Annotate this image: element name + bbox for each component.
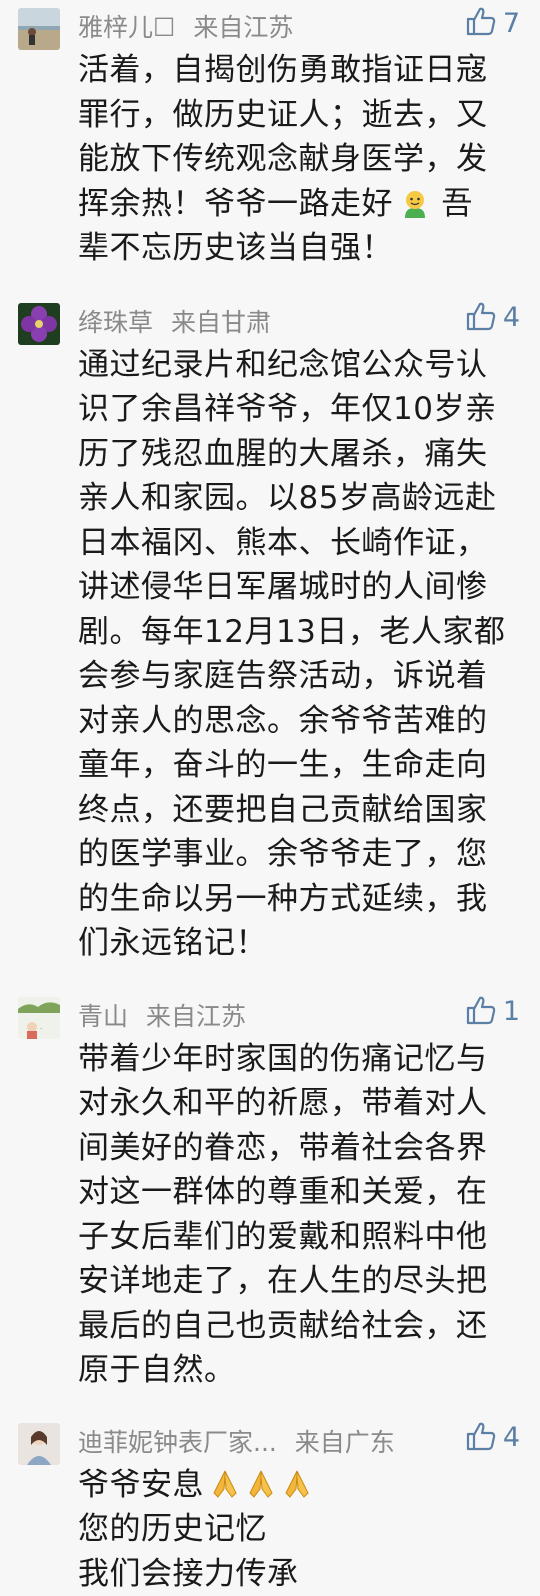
comment-line: 识了余昌祥爷爷，年仅10岁亲	[78, 387, 520, 432]
comment-item: · 青山 来自江苏 1 带着少年时家国的伤痛记忆与 对永久和平的祈愿，带着对人 …	[0, 991, 540, 1393]
avatar[interactable]	[18, 303, 60, 345]
like-count: 7	[503, 8, 520, 39]
comment-item: 绛珠草 来自甘肃 4 通过纪录片和纪念馆公众号认 识了余昌祥爷爷，年仅10岁亲 …	[0, 297, 540, 966]
comment-line: 原于自然。	[78, 1348, 520, 1393]
comment-line-with-emoji: 挥余热！爷爷一路走好 吾	[78, 182, 520, 227]
comment-line: 日本福冈、熊本、长崎作证，	[78, 521, 520, 566]
comment-line: 子女后辈们的爱戴和照料中他	[78, 1215, 520, 1260]
comment-location: 来自广东	[295, 1428, 395, 1457]
comment-line: 我们会接力传承	[78, 1552, 520, 1596]
comment-line: 会参与家庭告祭活动，诉说着	[78, 654, 520, 699]
comment-line: 剧。每年12月13日，老人家都	[78, 610, 520, 655]
comment-line: 历了残忍血腥的大屠杀，痛失	[78, 432, 520, 477]
like-button[interactable]: 4	[465, 1419, 520, 1457]
comment-line: 对亲人的思念。余爷爷苦难的	[78, 699, 520, 744]
thumbs-up-icon	[465, 994, 497, 1030]
comment-line: 最后的自己也贡献给社会，还	[78, 1304, 520, 1349]
like-button[interactable]: 4	[465, 299, 520, 337]
comment-header: 青山 来自江苏 1	[78, 991, 520, 1035]
like-count: 1	[503, 996, 520, 1027]
commenter-name[interactable]: 绛珠草	[78, 308, 153, 337]
comment-line: 通过纪录片和纪念馆公众号认	[78, 343, 520, 388]
comment-header: 绛珠草 来自甘肃 4	[78, 297, 520, 341]
comment-line: 童年，奋斗的一生，生命走向	[78, 743, 520, 788]
comment-header: 雅梓儿☐ 来自江苏 7	[78, 2, 520, 46]
like-count: 4	[503, 302, 520, 333]
like-button[interactable]: 1	[465, 993, 520, 1031]
comment-text: 带着少年时家国的伤痛记忆与 对永久和平的祈愿，带着对人 间美好的眷恋，带着社会各…	[78, 1037, 520, 1393]
thumbs-up-icon	[465, 1420, 497, 1456]
comment-item: 雅梓儿☐ 来自江苏 7 活着，自揭创伤勇敢指证日寇 罪行，做历史证人；逝去，又 …	[0, 0, 540, 271]
comment-line: 讲述侵华日军屠城时的人间惨	[78, 565, 520, 610]
avatar[interactable]: ·	[18, 997, 60, 1039]
comment-line: 罪行，做历史证人；逝去，又	[78, 93, 520, 138]
commenter-name-line: 青山 来自江苏	[78, 997, 246, 1033]
comment-line: 终点，还要把自己贡献给国家	[78, 788, 520, 833]
comment-location: 来自江苏	[193, 13, 293, 42]
comment-line-with-emoji: 爷爷安息	[78, 1463, 520, 1508]
avatar[interactable]	[18, 8, 60, 50]
commenter-name[interactable]: 青山	[78, 1002, 128, 1031]
comment-line: 亲人和家园。以85岁高龄远赴	[78, 476, 520, 521]
comment-line: 带着少年时家国的伤痛记忆与	[78, 1037, 520, 1082]
commenter-name-line: 雅梓儿☐ 来自江苏	[78, 8, 293, 44]
comment-location: 来自江苏	[146, 1002, 246, 1031]
comment-line-text: 爷爷安息	[78, 1467, 204, 1503]
comment-line: 辈不忘历史该当自强！	[78, 226, 520, 271]
comment-line: 间美好的眷恋，带着社会各界	[78, 1126, 520, 1171]
svg-text:·: ·	[40, 1025, 42, 1033]
thumbs-up-icon	[465, 5, 497, 41]
comment-line: 的生命以另一种方式延续，我	[78, 877, 520, 922]
comment-line: 对这一群体的尊重和关爱，在	[78, 1170, 520, 1215]
folded-hands-emoji	[244, 1467, 278, 1501]
comment-line: 活着，自揭创伤勇敢指证日寇	[78, 48, 520, 93]
comment-text: 活着，自揭创伤勇敢指证日寇 罪行，做历史证人；逝去，又 能放下传统观念献身医学，…	[78, 48, 520, 271]
commenter-name[interactable]: 迪菲妮钟表厂家...	[78, 1428, 277, 1457]
comment-location: 来自甘肃	[171, 308, 271, 337]
comment-line: 们永远铭记！	[78, 921, 520, 966]
comment-item: 迪菲妮钟表厂家... 来自广东 4 爷爷安息 您的历史记忆 我们会接力传承	[0, 1417, 540, 1596]
thumbs-up-icon	[465, 300, 497, 336]
comment-header: 迪菲妮钟表厂家... 来自广东 4	[78, 1417, 520, 1461]
like-button[interactable]: 7	[465, 4, 520, 42]
comment-line-tail: 吾	[431, 186, 473, 222]
comment-line: 的医学事业。余爷爷走了，您	[78, 832, 520, 877]
comment-line: 安详地走了，在人生的尽头把	[78, 1259, 520, 1304]
comment-text: 通过纪录片和纪念馆公众号认 识了余昌祥爷爷，年仅10岁亲 历了残忍血腥的大屠杀，…	[78, 343, 520, 966]
smiling-face-emoji	[399, 188, 431, 220]
folded-hands-emoji	[208, 1467, 242, 1501]
folded-hands-emoji	[280, 1467, 314, 1501]
comment-line: 您的历史记忆	[78, 1507, 520, 1552]
commenter-name-line: 迪菲妮钟表厂家... 来自广东	[78, 1423, 395, 1459]
comment-text: 爷爷安息 您的历史记忆 我们会接力传承	[78, 1463, 520, 1596]
like-count: 4	[503, 1422, 520, 1453]
comment-line: 对永久和平的祈愿，带着对人	[78, 1081, 520, 1126]
avatar[interactable]	[18, 1423, 60, 1465]
commenter-name-line: 绛珠草 来自甘肃	[78, 303, 271, 339]
comment-line: 能放下传统观念献身医学，发	[78, 137, 520, 182]
commenter-name[interactable]: 雅梓儿☐	[78, 13, 175, 42]
comment-line-text: 挥余热！爷爷一路走好	[78, 186, 393, 222]
